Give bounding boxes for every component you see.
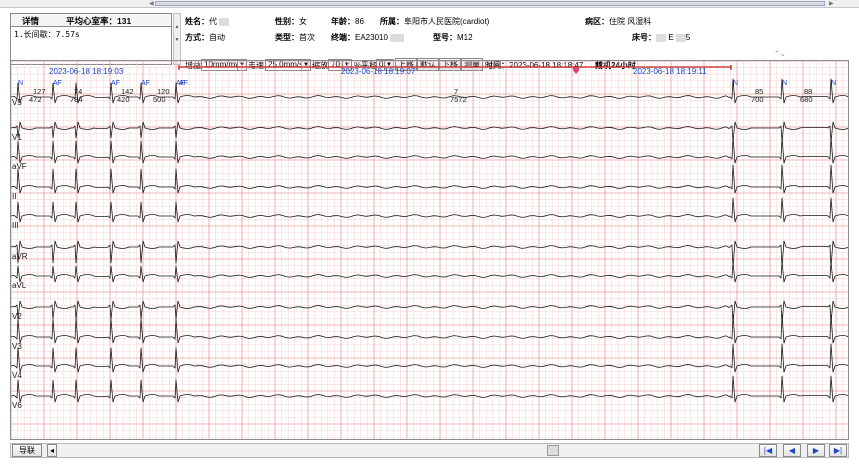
- scroll-up-icon[interactable]: ▲: [174, 24, 180, 31]
- top-horizontal-scrollbar[interactable]: ◀ ▶: [0, 0, 859, 8]
- rr-ms: 500: [153, 95, 166, 104]
- redaction-mask: [675, 33, 686, 42]
- ecg-canvas[interactable]: ♥ 2023-06-18 18:19:03 2023-06-18 18:19:07 2…: [11, 61, 848, 439]
- strip-timestamp: 2023-06-18 18:19:07: [341, 67, 416, 76]
- lead-label: V2: [12, 312, 22, 321]
- grid-minor: [11, 61, 848, 439]
- tab-detail[interactable]: 详情: [22, 15, 39, 27]
- ward-field: 病区：住院 风湿科: [585, 17, 652, 26]
- lead-label: aVR: [12, 252, 28, 261]
- hospital-field: 所属：阜阳市人民医院(cardiot): [380, 17, 490, 26]
- lead-label: V1: [12, 133, 22, 142]
- beat-label: AF: [111, 80, 120, 87]
- bottom-scrollbar-thumb[interactable]: [547, 445, 559, 456]
- lead-label: aVF: [12, 162, 27, 171]
- top-scroll-left-icon[interactable]: ◀: [149, 0, 154, 8]
- patient-age-field: 年龄：86: [331, 17, 364, 26]
- strip-timestamp: 2023-06-18 18:19:11: [633, 67, 707, 76]
- detail-vertical-scrollbar[interactable]: ▲ ▼: [173, 13, 181, 65]
- detail-panel-header: 详情 平均心室率：131: [11, 14, 171, 27]
- redaction-mask: [656, 33, 666, 42]
- mode-field: 方式：自动: [185, 33, 225, 42]
- beat-label: AF: [53, 80, 62, 87]
- lead-label: aVL: [12, 281, 27, 290]
- beat-label: AF: [179, 80, 188, 87]
- lead-label: V6: [12, 401, 22, 410]
- leads-button[interactable]: 导联: [12, 444, 42, 457]
- patient-sex-field: 性别：女: [275, 17, 307, 26]
- bottom-toolbar: 导联 ◂ |◀ ◀ ▶ ▶|: [10, 443, 849, 458]
- top-scroll-right-icon[interactable]: ▶: [829, 0, 834, 8]
- next-page-icon[interactable]: ▶: [807, 444, 825, 457]
- lead-label: V4: [12, 371, 22, 380]
- heart-icon: ♥: [572, 67, 580, 77]
- model-field: 型号：M12: [433, 33, 473, 42]
- patient-info: 姓名：代 性别：女 年龄：86 所属：阜阳市人民医院(cardiot) 病区：住…: [185, 13, 845, 71]
- prev-page-icon[interactable]: ◀: [783, 444, 801, 457]
- top-scrollbar-thumb[interactable]: [155, 1, 825, 6]
- terminal-field: 终端：EA23010: [331, 32, 405, 43]
- redaction-mask: [390, 33, 405, 42]
- patient-name-field: 姓名：代: [185, 16, 230, 27]
- first-page-icon[interactable]: |◀: [759, 444, 777, 457]
- scroll-left-icon[interactable]: ◂: [47, 444, 57, 457]
- last-page-icon[interactable]: ▶|: [829, 444, 847, 457]
- bed-field: 床号： E 5: [632, 33, 691, 42]
- ecg-strip[interactable]: ♥ 2023-06-18 18:19:03 2023-06-18 18:19:07 2…: [10, 60, 849, 440]
- redaction-mask: [219, 17, 230, 26]
- detail-panel: 详情 平均心室率：131 1.长间歇：7.57s: [10, 13, 172, 65]
- lead-label: V3: [12, 342, 22, 351]
- beat-label: AF: [141, 80, 150, 87]
- event-note: 1.长间歇：7.57s: [14, 30, 80, 39]
- lead-label: II: [12, 192, 16, 201]
- lead-label: III: [12, 221, 19, 230]
- type-field: 类型：首次: [275, 33, 315, 42]
- avg-ventricular-rate: 平均心室率：131: [66, 16, 132, 26]
- expand-icon[interactable]: ⌃⌄: [774, 50, 786, 58]
- beat-label: N: [18, 80, 23, 87]
- rr-ms: 700: [751, 95, 764, 104]
- scroll-down-icon[interactable]: ▼: [174, 37, 180, 44]
- strip-timestamp: 2023-06-18 18:19:03: [49, 67, 124, 76]
